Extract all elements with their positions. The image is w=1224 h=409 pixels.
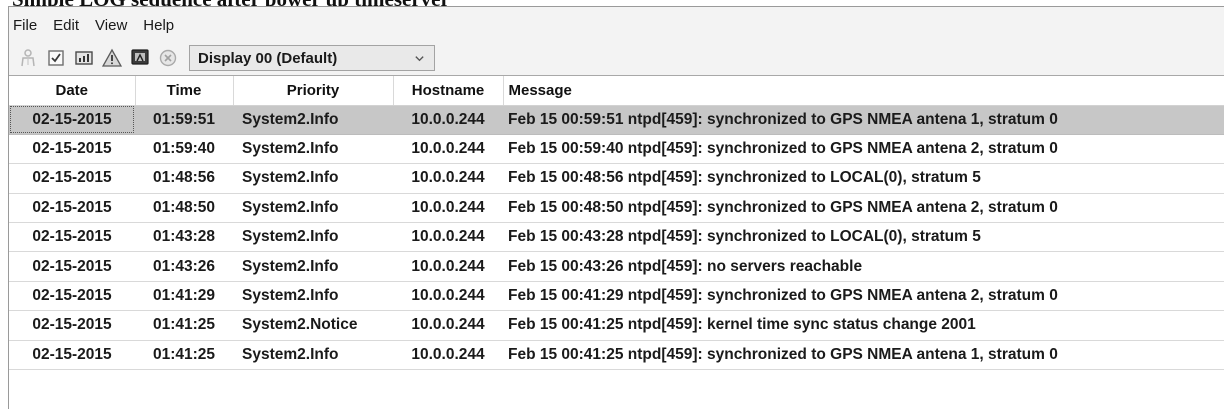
chart-icon[interactable] bbox=[73, 47, 95, 69]
cell-message: Feb 15 00:43:26 ntpd[459]: no servers re… bbox=[503, 251, 1224, 282]
table-row[interactable]: 02-15-2015 01:59:51 System2.Info 10.0.0.244… bbox=[9, 105, 1224, 135]
cell-priority: System2.Info bbox=[233, 251, 393, 282]
column-header-time[interactable]: Time bbox=[135, 76, 234, 106]
cell-time: 01:43:28 bbox=[135, 222, 233, 253]
cell-date: 02-15-2015 bbox=[9, 193, 135, 224]
log-table: Date Time Priority Hostname Message 02-1… bbox=[9, 75, 1224, 409]
column-header-message[interactable]: Message bbox=[503, 76, 1224, 106]
cell-priority: System2.Info bbox=[233, 134, 393, 165]
cell-priority: System2.Info bbox=[233, 281, 393, 312]
cell-time: 01:43:26 bbox=[135, 251, 233, 282]
cell-date: 02-15-2015 bbox=[9, 134, 135, 165]
column-header-hostname[interactable]: Hostname bbox=[393, 76, 504, 106]
cell-priority: System2.Info bbox=[233, 163, 393, 194]
cell-hostname: 10.0.0.244 bbox=[393, 222, 503, 253]
cell-hostname: 10.0.0.244 bbox=[393, 251, 503, 282]
table-row[interactable]: 02-15-2015 01:59:40 System2.Info 10.0.0.244… bbox=[9, 134, 1224, 165]
person-icon[interactable] bbox=[17, 47, 39, 69]
cell-message: Feb 15 00:48:56 ntpd[459]: synchronized … bbox=[503, 163, 1224, 194]
cell-message: Feb 15 00:43:28 ntpd[459]: synchronized … bbox=[503, 222, 1224, 253]
cell-message: Feb 15 00:41:29 ntpd[459]: synchronized … bbox=[503, 281, 1224, 312]
cell-priority: System2.Info bbox=[233, 222, 393, 253]
cell-date: 02-15-2015 bbox=[9, 222, 135, 253]
display-select[interactable]: Display 00 (Default) bbox=[189, 45, 435, 71]
log-table-body: 02-15-2015 01:59:51 System2.Info 10.0.0.244… bbox=[9, 105, 1224, 371]
cell-date: 02-15-2015 bbox=[9, 251, 135, 282]
display-select-value: Display 00 (Default) bbox=[198, 49, 338, 67]
cell-priority: System2.Notice bbox=[233, 310, 393, 341]
cell-hostname: 10.0.0.244 bbox=[393, 105, 503, 135]
cancel-icon[interactable] bbox=[157, 47, 179, 69]
menu-edit[interactable]: Edit bbox=[45, 16, 87, 36]
cell-priority: System2.Info bbox=[233, 105, 393, 135]
table-row[interactable]: 02-15-2015 01:41:25 System2.Notice 10.0.0.2… bbox=[9, 310, 1224, 341]
toolbar: Display 00 (Default) bbox=[9, 41, 1224, 75]
screen-icon[interactable] bbox=[129, 47, 151, 69]
menu-bar: File Edit View Help bbox=[9, 16, 1224, 36]
cell-time: 01:41:25 bbox=[135, 340, 233, 371]
cell-time: 01:48:56 bbox=[135, 163, 233, 194]
table-header-row: Date Time Priority Hostname Message bbox=[9, 76, 1224, 106]
cell-hostname: 10.0.0.244 bbox=[393, 163, 503, 194]
cell-time: 01:59:51 bbox=[135, 105, 233, 135]
cell-hostname: 10.0.0.244 bbox=[393, 193, 503, 224]
chevron-down-icon bbox=[412, 51, 426, 65]
cell-message: Feb 15 00:59:51 ntpd[459]: synchronized … bbox=[503, 105, 1224, 135]
table-row[interactable]: 02-15-2015 01:41:29 System2.Info 10.0.0.244… bbox=[9, 281, 1224, 312]
menu-view[interactable]: View bbox=[87, 16, 135, 36]
cell-date: 02-15-2015 bbox=[9, 310, 135, 341]
cell-hostname: 10.0.0.244 bbox=[393, 340, 503, 371]
cell-priority: System2.Info bbox=[233, 340, 393, 371]
table-row[interactable]: 02-15-2015 01:48:50 System2.Info 10.0.0.244… bbox=[9, 193, 1224, 224]
warning-icon[interactable] bbox=[101, 47, 123, 69]
cell-message: Feb 15 00:41:25 ntpd[459]: kernel time s… bbox=[503, 310, 1224, 341]
checkbox-icon[interactable] bbox=[45, 47, 67, 69]
table-row[interactable]: 02-15-2015 01:41:25 System2.Info 10.0.0.244… bbox=[9, 340, 1224, 371]
table-row[interactable]: 02-15-2015 01:43:28 System2.Info 10.0.0.244… bbox=[9, 222, 1224, 253]
cell-time: 01:41:29 bbox=[135, 281, 233, 312]
cell-time: 01:48:50 bbox=[135, 193, 233, 224]
syslog-viewer-window: File Edit View Help Display 00 (Default) bbox=[8, 6, 1224, 409]
column-header-date[interactable]: Date bbox=[9, 76, 136, 106]
table-row[interactable]: 02-15-2015 01:48:56 System2.Info 10.0.0.244… bbox=[9, 163, 1224, 194]
cell-hostname: 10.0.0.244 bbox=[393, 281, 503, 312]
cell-message: Feb 15 00:59:40 ntpd[459]: synchronized … bbox=[503, 134, 1224, 165]
cell-date: 02-15-2015 bbox=[9, 281, 135, 312]
cell-date: 02-15-2015 bbox=[9, 105, 135, 135]
column-header-priority[interactable]: Priority bbox=[233, 76, 394, 106]
cell-time: 01:59:40 bbox=[135, 134, 233, 165]
menu-file[interactable]: File bbox=[9, 16, 45, 36]
cell-hostname: 10.0.0.244 bbox=[393, 310, 503, 341]
cell-message: Feb 15 00:48:50 ntpd[459]: synchronized … bbox=[503, 193, 1224, 224]
cell-hostname: 10.0.0.244 bbox=[393, 134, 503, 165]
cell-priority: System2.Info bbox=[233, 193, 393, 224]
menu-help[interactable]: Help bbox=[135, 16, 182, 36]
cell-message: Feb 15 00:41:25 ntpd[459]: synchronized … bbox=[503, 340, 1224, 371]
cell-date: 02-15-2015 bbox=[9, 163, 135, 194]
cell-time: 01:41:25 bbox=[135, 310, 233, 341]
cell-date: 02-15-2015 bbox=[9, 340, 135, 371]
table-row[interactable]: 02-15-2015 01:43:26 System2.Info 10.0.0.244… bbox=[9, 251, 1224, 282]
